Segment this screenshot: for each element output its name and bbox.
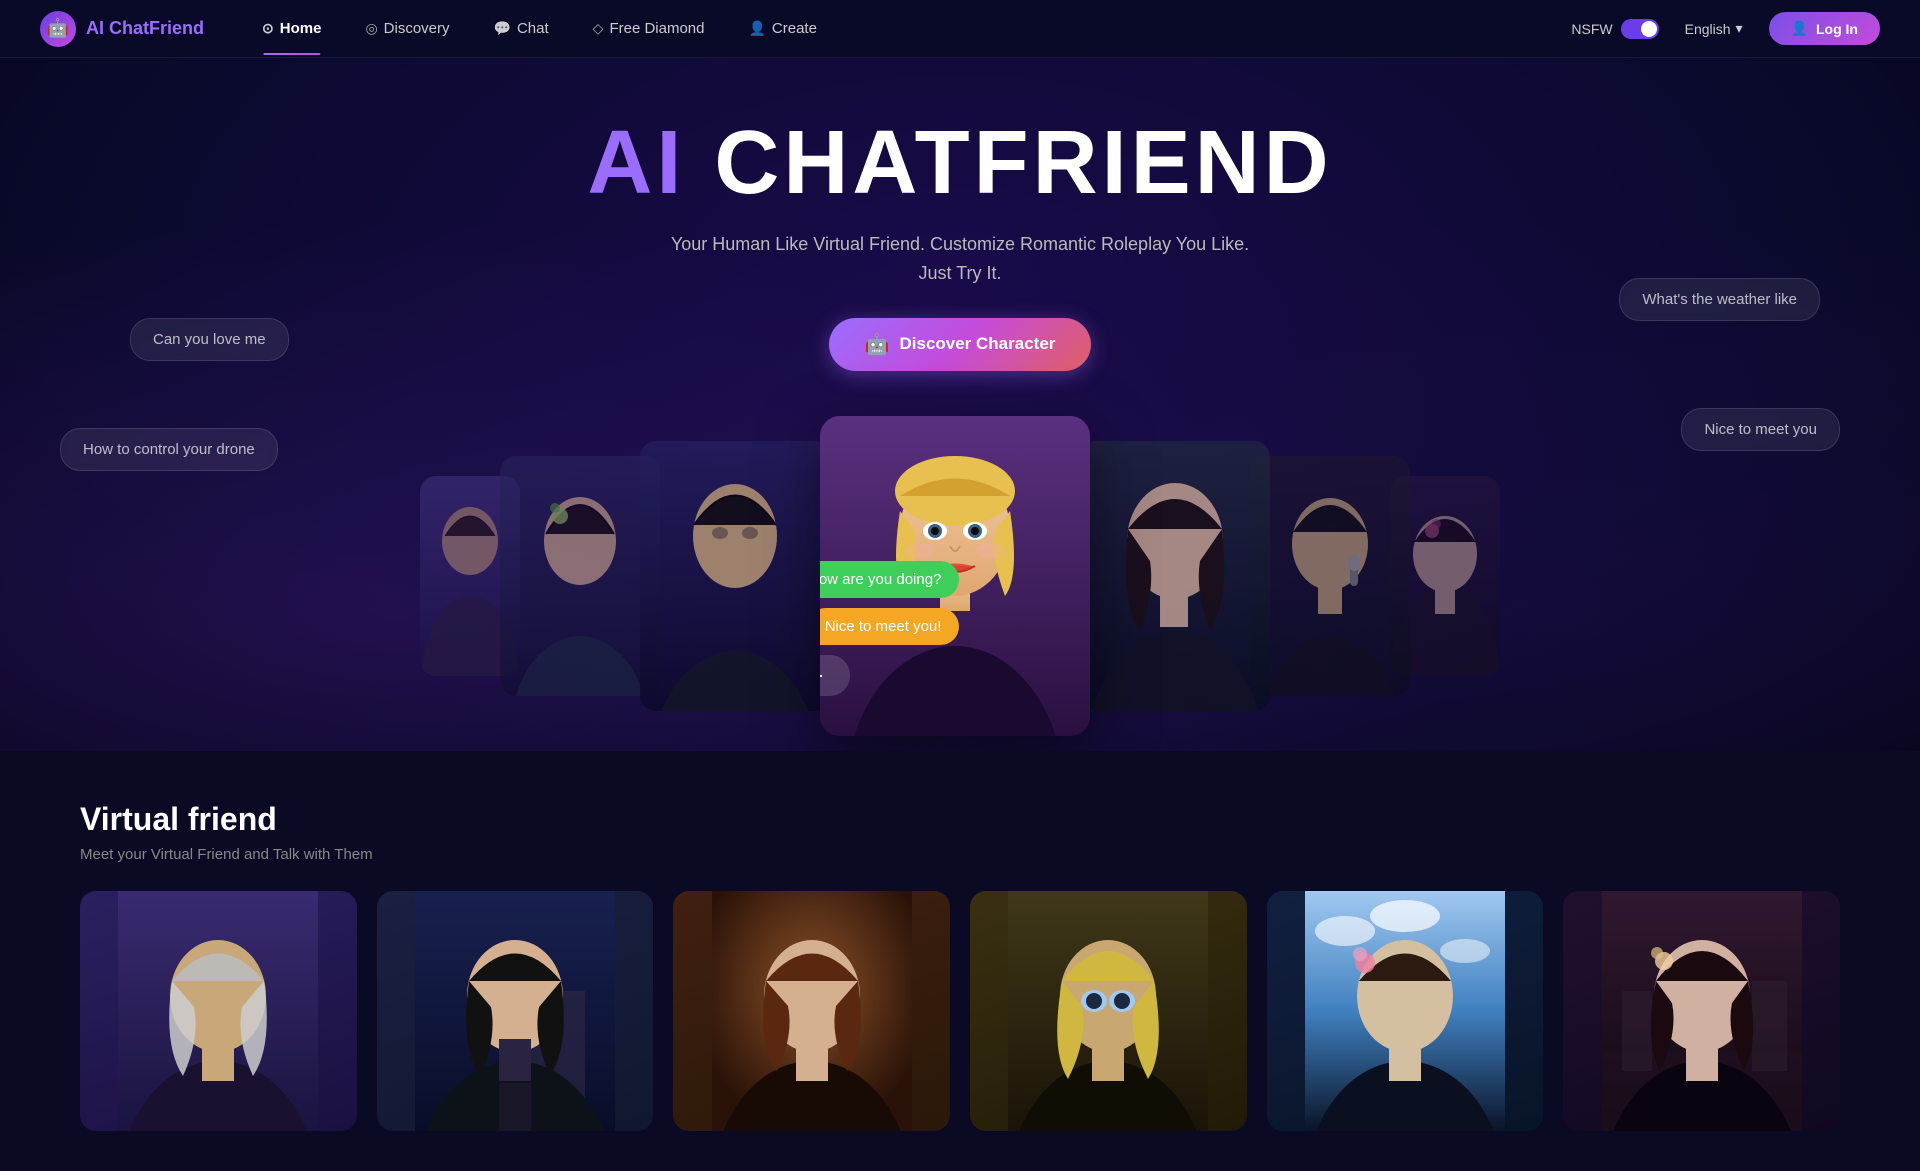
floating-bubble-weather: What's the weather like bbox=[1619, 278, 1820, 321]
floating-bubble-love: Can you love me bbox=[130, 318, 289, 361]
nav-label-create: Create bbox=[772, 20, 817, 37]
chevron-down-icon: ▾ bbox=[1736, 20, 1743, 37]
hero-title: AI CHATFRIEND bbox=[587, 118, 1332, 208]
friend-cards-grid bbox=[80, 891, 1840, 1131]
discover-character-button[interactable]: 🤖 Discover Character bbox=[829, 318, 1092, 371]
friend-card-1[interactable] bbox=[80, 891, 357, 1131]
logo-icon: 🤖 bbox=[40, 11, 76, 47]
language-label: English bbox=[1685, 21, 1731, 37]
logo-ai: AI bbox=[86, 18, 109, 38]
nav-item-discovery[interactable]: ◎ Discovery bbox=[347, 14, 467, 43]
logo[interactable]: 🤖 AI ChatFriend bbox=[40, 11, 204, 47]
friend-card-5[interactable] bbox=[1267, 891, 1544, 1131]
friend-card-4[interactable] bbox=[970, 891, 1247, 1131]
friend-card-3[interactable] bbox=[673, 891, 950, 1131]
nav-item-free-diamond[interactable]: ◇ Free Diamond bbox=[575, 14, 723, 43]
friend-card-2[interactable] bbox=[377, 891, 654, 1131]
discover-btn-label: Discover Character bbox=[899, 334, 1055, 354]
nav-label-home: Home bbox=[280, 20, 322, 37]
chat-area: How are you doing? Nice to meet you! ··· bbox=[820, 561, 959, 696]
nav-label-diamond: Free Diamond bbox=[609, 20, 704, 37]
char-card-right2[interactable] bbox=[1250, 456, 1410, 696]
hero-section: Can you love me How to control your dron… bbox=[0, 58, 1920, 751]
discovery-icon: ◎ bbox=[365, 20, 377, 37]
nav-item-home[interactable]: ⊙ Home bbox=[244, 14, 339, 43]
nav-items: ⊙ Home ◎ Discovery 💬 Chat ◇ Free Diamond… bbox=[244, 14, 1571, 43]
navigation: 🤖 AI ChatFriend ⊙ Home ◎ Discovery 💬 Cha… bbox=[0, 0, 1920, 58]
characters-row: How are you doing? Nice to meet you! ··· bbox=[0, 401, 1920, 751]
chat-bubble-response: Nice to meet you! bbox=[820, 608, 959, 645]
logo-text: AI ChatFriend bbox=[86, 18, 204, 39]
virtual-friend-section: Virtual friend Meet your Virtual Friend … bbox=[0, 751, 1920, 1171]
section-title-virtual: Virtual friend bbox=[80, 801, 1840, 838]
nsfw-toggle-switch[interactable] bbox=[1621, 19, 1659, 39]
home-icon: ⊙ bbox=[262, 20, 274, 37]
toggle-knob bbox=[1641, 21, 1657, 37]
nav-label-chat: Chat bbox=[517, 20, 549, 37]
hero-title-name: CHATFRIEND bbox=[685, 113, 1332, 213]
diamond-icon: ◇ bbox=[593, 20, 604, 37]
chat-icon: 💬 bbox=[494, 20, 511, 37]
nsfw-label: NSFW bbox=[1571, 21, 1612, 37]
hero-subtitle: Your Human Like Virtual Friend. Customiz… bbox=[671, 230, 1249, 288]
char-card-center[interactable]: How are you doing? Nice to meet you! ··· bbox=[820, 416, 1090, 736]
char-card-right[interactable] bbox=[1080, 441, 1270, 711]
login-label: Log In bbox=[1816, 21, 1858, 37]
nav-item-create[interactable]: 👤 Create bbox=[730, 14, 834, 43]
chat-bubble-typing: ··· bbox=[820, 655, 850, 696]
section-subtitle-virtual: Meet your Virtual Friend and Talk with T… bbox=[80, 846, 1840, 863]
nav-item-chat[interactable]: 💬 Chat bbox=[476, 14, 567, 43]
discover-btn-icon: 🤖 bbox=[865, 332, 890, 357]
create-icon: 👤 bbox=[748, 20, 765, 37]
login-icon: 👤 bbox=[1791, 20, 1808, 37]
char-card-left2[interactable] bbox=[500, 456, 660, 696]
friend-card-6[interactable] bbox=[1563, 891, 1840, 1131]
char-card-left[interactable] bbox=[640, 441, 830, 711]
login-button[interactable]: 👤 Log In bbox=[1769, 12, 1880, 45]
hero-title-ai: AI bbox=[587, 113, 685, 213]
nav-label-discovery: Discovery bbox=[384, 20, 450, 37]
language-selector[interactable]: English ▾ bbox=[1677, 16, 1751, 41]
chat-bubble-greeting: How are you doing? bbox=[820, 561, 959, 598]
nav-right: NSFW English ▾ 👤 Log In bbox=[1571, 12, 1880, 45]
nsfw-control: NSFW bbox=[1571, 19, 1658, 39]
